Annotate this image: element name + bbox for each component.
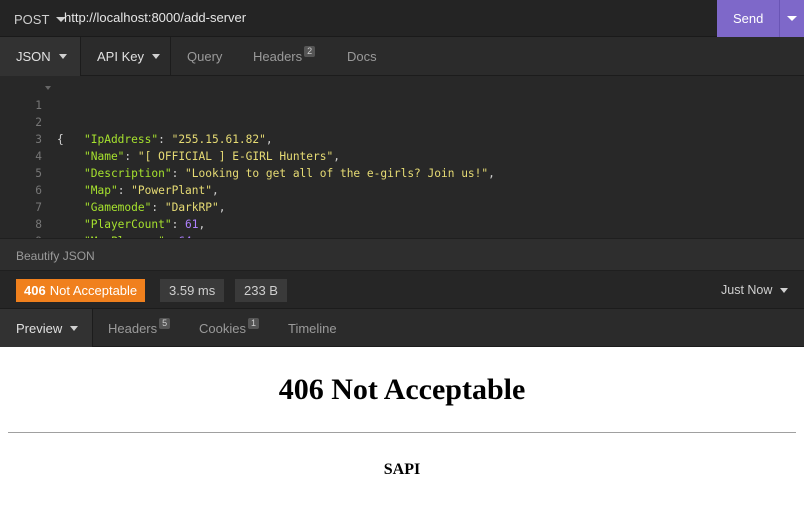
preview-server-signature: SAPI (383, 461, 421, 478)
tab-divider (92, 309, 93, 347)
tab-cookies-label: Cookies (199, 320, 246, 336)
headers-count-badge: 2 (304, 46, 316, 57)
code-line: 9 } (0, 216, 804, 265)
tab-headers-label: Headers (253, 49, 303, 64)
response-tabs: Preview Headers 5 Cookies 1 Timeline (0, 309, 804, 348)
fold-arrow-icon[interactable] (45, 86, 51, 90)
cookies-count-badge: 1 (247, 317, 259, 329)
response-status-bar: 406 Not Acceptable 3.59 ms 233 B Just No… (0, 271, 804, 309)
tab-query-label: Query (187, 49, 223, 64)
chevron-down-icon (70, 326, 79, 331)
chevron-down-icon (780, 287, 789, 293)
tab-response-headers[interactable]: Headers 5 (108, 309, 171, 347)
preview-heading: 406 Not Acceptable (278, 373, 526, 406)
tab-preview[interactable]: Preview (0, 309, 92, 348)
tab-preview-label: Preview (16, 321, 63, 336)
preview-divider (8, 432, 796, 433)
code-line: 6 "Gamemode": "DarkRP", (0, 165, 804, 214)
code-line: 8 "MaxPlayers": 64 (0, 199, 804, 248)
response-headers-count-badge: 5 (159, 317, 171, 329)
tab-api-key[interactable]: API Key (97, 37, 160, 76)
response-preview: 406 Not Acceptable SAPI (0, 347, 804, 531)
method-dropdown[interactable]: POST (14, 10, 67, 28)
tab-timeline[interactable]: Timeline (288, 309, 337, 347)
code-line: 7 "PlayerCount": 61, (0, 182, 804, 231)
editor-footer: Beautify JSON (0, 238, 804, 271)
json-body-editor[interactable]: 1 { 2 "IpAddress": "255.15.61.82", 3 "Na… (0, 76, 804, 265)
code-line: 3 "Name": "[ OFFICIAL ] E-GIRL Hunters", (0, 114, 804, 163)
tab-json-label: JSON (16, 49, 51, 64)
code-line: 2 "IpAddress": "255.15.61.82", (0, 97, 804, 146)
send-divider (779, 0, 780, 37)
history-dropdown[interactable]: Just Now (721, 283, 789, 297)
response-size: 233 B (235, 279, 287, 302)
tab-response-headers-label: Headers (108, 320, 158, 336)
send-label: Send (733, 11, 764, 26)
response-time: 3.59 ms (160, 279, 225, 302)
history-label: Just Now (721, 283, 773, 297)
send-button[interactable]: Send (717, 0, 804, 37)
status-code: 406 (24, 283, 46, 298)
tab-divider (80, 37, 81, 76)
chevron-down-icon[interactable] (787, 16, 797, 21)
tab-headers[interactable]: Headers 2 (253, 37, 316, 76)
code-line: 1 { (0, 80, 804, 146)
code-line: 5 "Map": "PowerPlant", (0, 148, 804, 197)
tab-json[interactable]: JSON (0, 37, 80, 76)
method-label: POST (14, 11, 50, 27)
tab-docs[interactable]: Docs (347, 37, 377, 76)
tab-divider (170, 37, 171, 76)
tab-query[interactable]: Query (187, 37, 222, 76)
url-input[interactable]: http://localhost:8000/add-server (64, 10, 246, 25)
tab-docs-label: Docs (347, 49, 377, 64)
tab-timeline-label: Timeline (288, 320, 337, 336)
code-line: 4 "Description": "Looking to get all of … (0, 131, 804, 180)
beautify-json-button[interactable]: Beautify JSON (16, 249, 95, 263)
chevron-down-icon (58, 54, 67, 59)
url-bar: POST http://localhost:8000/add-server Se… (0, 0, 804, 37)
request-tabs: JSON API Key Query Headers 2 Docs (0, 37, 804, 76)
tab-api-key-label: API Key (97, 49, 144, 64)
status-badge: 406 Not Acceptable (16, 279, 146, 302)
chevron-down-icon (151, 54, 160, 59)
status-text: Not Acceptable (49, 283, 138, 298)
tab-cookies[interactable]: Cookies 1 (199, 309, 259, 347)
